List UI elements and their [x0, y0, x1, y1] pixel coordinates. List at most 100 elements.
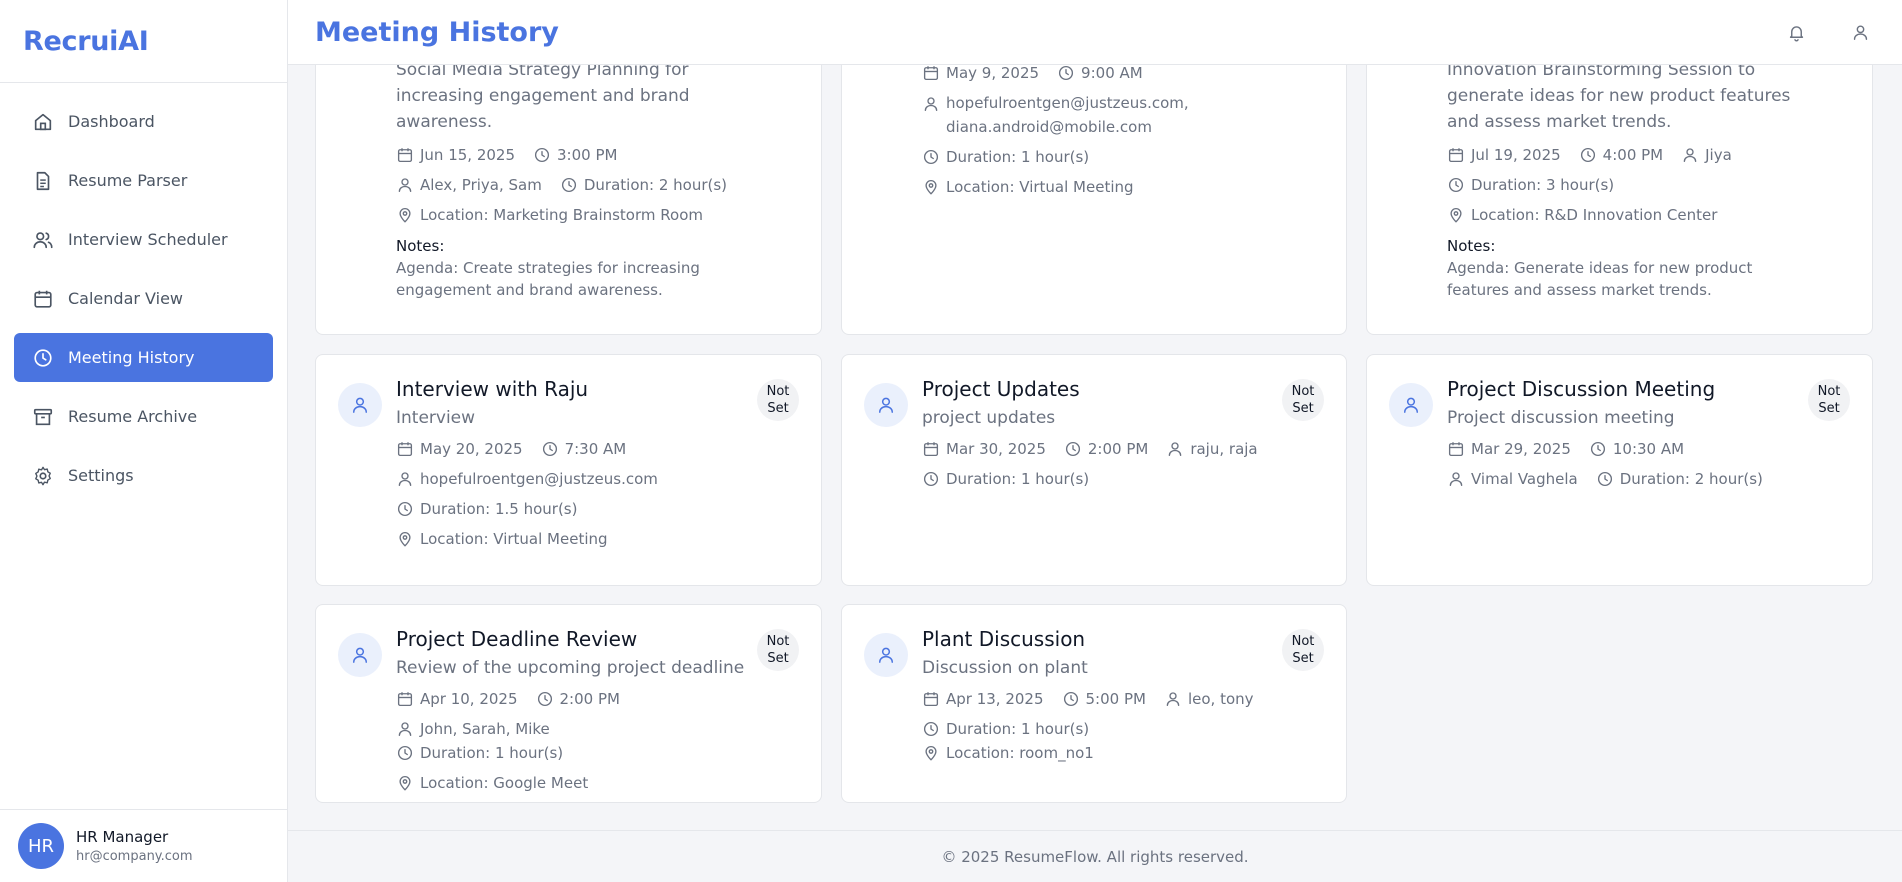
meeting-subtitle: Discussion on plant: [922, 658, 1088, 678]
location-pin-icon: [922, 178, 940, 196]
clock-icon: [560, 176, 578, 194]
meeting-duration: Duration: 3 hour(s): [1447, 173, 1614, 197]
user-icon: [1166, 440, 1184, 458]
meeting-time: 10:30 AM: [1589, 437, 1684, 461]
meeting-card[interactable]: Not Set Interview with Raju Interview Ma…: [315, 354, 822, 586]
sidebar-nav: Dashboard Resume Parser Interview Schedu…: [0, 83, 287, 500]
location-pin-icon: [1447, 206, 1465, 224]
clock-icon: [541, 440, 559, 458]
status-badge: Not Set: [1808, 379, 1850, 421]
meeting-subtitle: Review of the upcoming project deadline: [396, 658, 745, 678]
bell-icon[interactable]: [1784, 20, 1808, 44]
sidebar: RecruiAI Dashboard Resume Parser Intervi…: [0, 0, 288, 882]
meeting-card[interactable]: Innovation Brainstorming Session to gene…: [1366, 20, 1873, 335]
status-badge: Not Set: [1282, 629, 1324, 671]
clock-icon: [1064, 440, 1082, 458]
gear-icon: [32, 465, 54, 487]
sidebar-item-label: Settings: [68, 466, 134, 485]
location-pin-icon: [922, 744, 940, 762]
user-email: hr@company.com: [76, 849, 193, 864]
meeting-card[interactable]: Not Set Project Updates project updates …: [841, 354, 1347, 586]
user-icon: [864, 633, 908, 677]
sidebar-item-dashboard[interactable]: Dashboard: [14, 97, 273, 146]
clock-icon: [1447, 176, 1465, 194]
sidebar-item-resume-archive[interactable]: Resume Archive: [14, 392, 273, 441]
sidebar-item-meeting-history[interactable]: Meeting History: [14, 333, 273, 382]
meeting-duration: Duration: 2 hour(s): [1596, 467, 1763, 491]
clock-icon: [922, 720, 940, 738]
calendar-icon: [1447, 440, 1465, 458]
meeting-time: 3:00 PM: [533, 143, 617, 167]
clock-icon: [922, 470, 940, 488]
user-profile[interactable]: HR HR Manager hr@company.com: [0, 809, 287, 882]
status-badge: Not Set: [757, 629, 799, 671]
users-icon: [32, 229, 54, 251]
meeting-participants: John, Sarah, Mike: [396, 717, 550, 741]
meeting-grid: Social Media Strategy Planning for incre…: [288, 0, 1902, 830]
user-icon: [396, 720, 414, 738]
location-pin-icon: [396, 206, 414, 224]
sidebar-item-label: Dashboard: [68, 112, 155, 131]
meeting-description: Innovation Brainstorming Session to gene…: [1447, 60, 1791, 132]
meeting-participants: Jiya: [1681, 143, 1732, 167]
status-badge: Not Set: [1282, 379, 1324, 421]
user-icon: [1389, 383, 1433, 427]
top-header: Meeting History: [288, 0, 1902, 65]
avatar: HR: [18, 823, 64, 869]
notes-heading: Notes:: [1447, 237, 1496, 255]
document-icon: [32, 170, 54, 192]
footer: © 2025 ResumeFlow. All rights reserved.: [288, 830, 1902, 882]
calendar-icon: [1447, 146, 1465, 164]
meeting-location: Location: Virtual Meeting: [396, 527, 608, 551]
sidebar-item-interview-scheduler[interactable]: Interview Scheduler: [14, 215, 273, 264]
meeting-duration: Duration: 1 hour(s): [922, 717, 1089, 741]
user-icon: [338, 383, 382, 427]
clock-icon: [536, 690, 554, 708]
sidebar-item-label: Meeting History: [68, 348, 195, 367]
brand-logo-text[interactable]: RecruiAI: [23, 26, 149, 57]
notes-heading: Notes:: [396, 237, 445, 255]
brand[interactable]: RecruiAI: [0, 0, 287, 83]
sidebar-item-calendar-view[interactable]: Calendar View: [14, 274, 273, 323]
meeting-card[interactable]: May 9, 2025 9:00 AM hopefulroentgen@just…: [841, 20, 1347, 335]
meeting-participants: leo, tony: [1164, 687, 1254, 711]
meeting-time: 2:00 PM: [1064, 437, 1148, 461]
meeting-date: Jun 15, 2025: [396, 143, 515, 167]
meeting-title: Project Deadline Review: [396, 627, 638, 651]
meeting-card[interactable]: Not Set Project Deadline Review Review o…: [315, 604, 822, 803]
archive-icon: [32, 406, 54, 428]
meeting-title: Interview with Raju: [396, 377, 589, 401]
meeting-location: Location: Google Meet: [396, 771, 588, 795]
clock-icon: [922, 148, 940, 166]
user-icon: [396, 470, 414, 488]
clock-icon: [1579, 146, 1597, 164]
meeting-subtitle: Interview: [396, 408, 476, 428]
user-icon[interactable]: [1848, 20, 1872, 44]
clock-icon: [1062, 690, 1080, 708]
clock-icon: [396, 744, 414, 762]
meeting-card[interactable]: Social Media Strategy Planning for incre…: [315, 20, 822, 335]
meeting-time: 7:30 AM: [541, 437, 626, 461]
sidebar-item-label: Calendar View: [68, 289, 183, 308]
meeting-location: Location: Marketing Brainstorm Room: [396, 203, 703, 227]
meeting-date: Mar 30, 2025: [922, 437, 1046, 461]
status-badge: Not Set: [757, 379, 799, 421]
meeting-location: Location: R&D Innovation Center: [1447, 203, 1717, 227]
meeting-subtitle: project updates: [922, 408, 1056, 428]
meeting-card[interactable]: Not Set Plant Discussion Discussion on p…: [841, 604, 1347, 803]
sidebar-item-settings[interactable]: Settings: [14, 451, 273, 500]
calendar-icon: [396, 440, 414, 458]
meeting-time: 5:00 PM: [1062, 687, 1146, 711]
meeting-description: Social Media Strategy Planning for incre…: [396, 60, 690, 132]
meeting-participants: hopefulroentgen@justzeus.com: [396, 467, 658, 491]
meeting-card[interactable]: Not Set Project Discussion Meeting Proje…: [1366, 354, 1873, 586]
meeting-date: May 20, 2025: [396, 437, 523, 461]
user-icon: [1164, 690, 1182, 708]
meeting-title: Project Discussion Meeting: [1447, 377, 1716, 401]
meeting-duration: Duration: 2 hour(s): [560, 173, 727, 197]
user-name: HR Manager: [76, 828, 169, 846]
user-icon: [1681, 146, 1699, 164]
meeting-time: 4:00 PM: [1579, 143, 1663, 167]
sidebar-item-resume-parser[interactable]: Resume Parser: [14, 156, 273, 205]
meeting-notes: Agenda: Create strategies for increasing…: [396, 259, 700, 299]
